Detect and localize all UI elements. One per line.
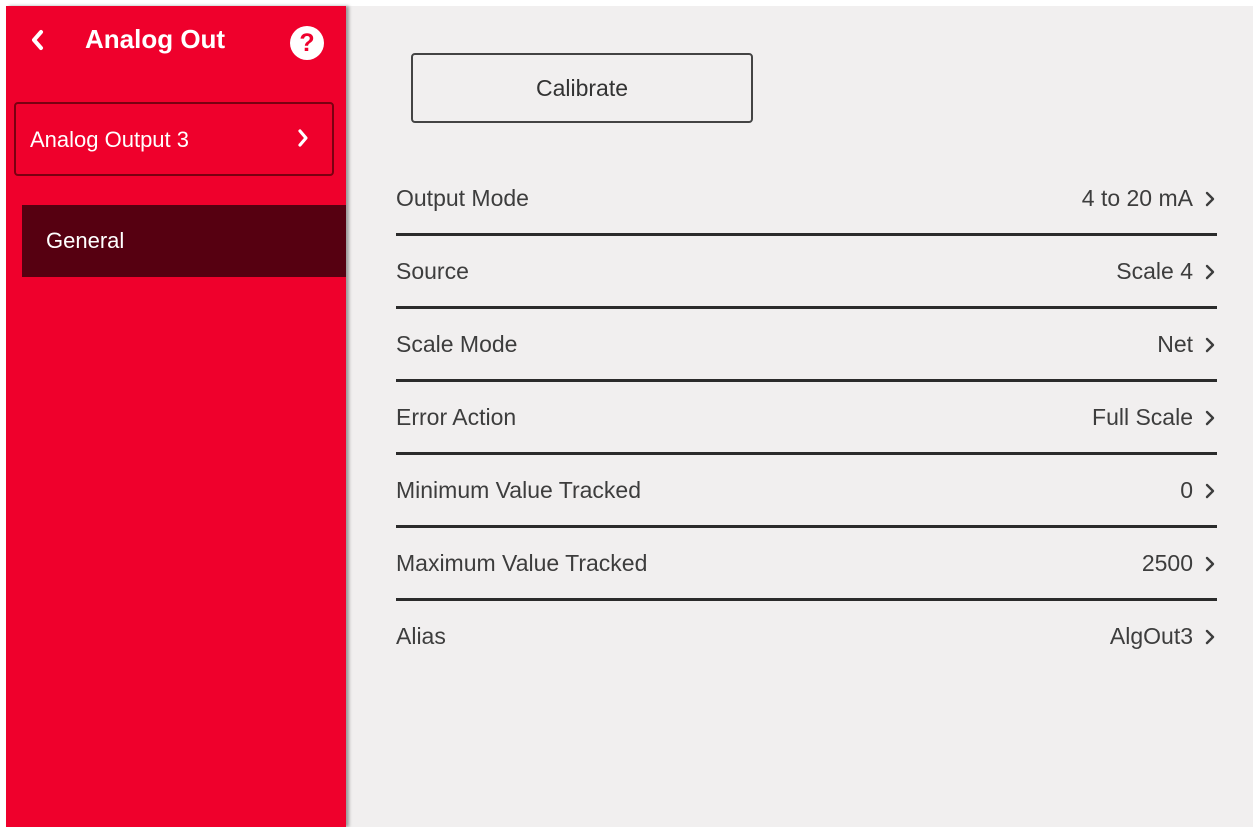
chevron-right-icon: [1205, 264, 1215, 280]
chevron-right-icon: [1205, 410, 1215, 426]
chevron-right-icon: [1205, 629, 1215, 645]
calibrate-button[interactable]: Calibrate: [411, 53, 753, 123]
page-title: Analog Out: [85, 24, 226, 54]
back-chevron-icon[interactable]: [26, 28, 50, 52]
setting-label: Maximum Value Tracked: [396, 550, 648, 576]
setting-label: Output Mode: [396, 185, 529, 211]
sidebar-item-label: Analog Output 3: [30, 127, 190, 152]
sidebar: Analog Out ? Analog Output 3 General: [6, 6, 346, 827]
help-icon[interactable]: ?: [290, 26, 324, 60]
setting-row-maximum-value-tracked[interactable]: Maximum Value Tracked 2500: [396, 528, 1217, 601]
setting-row-alias[interactable]: Alias AlgOut3: [396, 601, 1217, 671]
setting-label: Error Action: [396, 404, 517, 430]
sidebar-item-analog-output-3[interactable]: Analog Output 3: [14, 102, 334, 176]
setting-value: Full Scale: [1092, 404, 1193, 430]
setting-label: Alias: [396, 623, 446, 649]
setting-row-scale-mode[interactable]: Scale Mode Net: [396, 309, 1217, 382]
chevron-right-icon: [1205, 556, 1215, 572]
sidebar-item-general[interactable]: General: [22, 205, 346, 277]
main-panel: Calibrate Output Mode 4 to 20 mA Source …: [346, 6, 1253, 827]
setting-value: Scale 4: [1116, 258, 1193, 284]
setting-row-error-action[interactable]: Error Action Full Scale: [396, 382, 1217, 455]
chevron-right-icon: [298, 129, 308, 147]
sidebar-header: Analog Out ?: [6, 6, 346, 76]
setting-value: 0: [1180, 477, 1193, 503]
setting-label: Source: [396, 258, 469, 284]
settings-list: Output Mode 4 to 20 mA Source Scale 4 Sc…: [396, 163, 1217, 671]
app-window: Analog Out ? Analog Output 3 General Cal…: [6, 6, 1253, 827]
setting-value: Net: [1157, 331, 1193, 357]
setting-row-output-mode[interactable]: Output Mode 4 to 20 mA: [396, 163, 1217, 236]
setting-label: Scale Mode: [396, 331, 518, 357]
chevron-right-icon: [1205, 337, 1215, 353]
sidebar-item-label: General: [46, 228, 125, 253]
chevron-right-icon: [1205, 191, 1215, 207]
setting-row-source[interactable]: Source Scale 4: [396, 236, 1217, 309]
setting-value: 4 to 20 mA: [1081, 185, 1193, 211]
setting-label: Minimum Value Tracked: [396, 477, 641, 503]
setting-value: 2500: [1141, 550, 1193, 576]
chevron-right-icon: [1205, 483, 1215, 499]
setting-value: AlgOut3: [1109, 623, 1193, 649]
setting-row-minimum-value-tracked[interactable]: Minimum Value Tracked 0: [396, 455, 1217, 528]
